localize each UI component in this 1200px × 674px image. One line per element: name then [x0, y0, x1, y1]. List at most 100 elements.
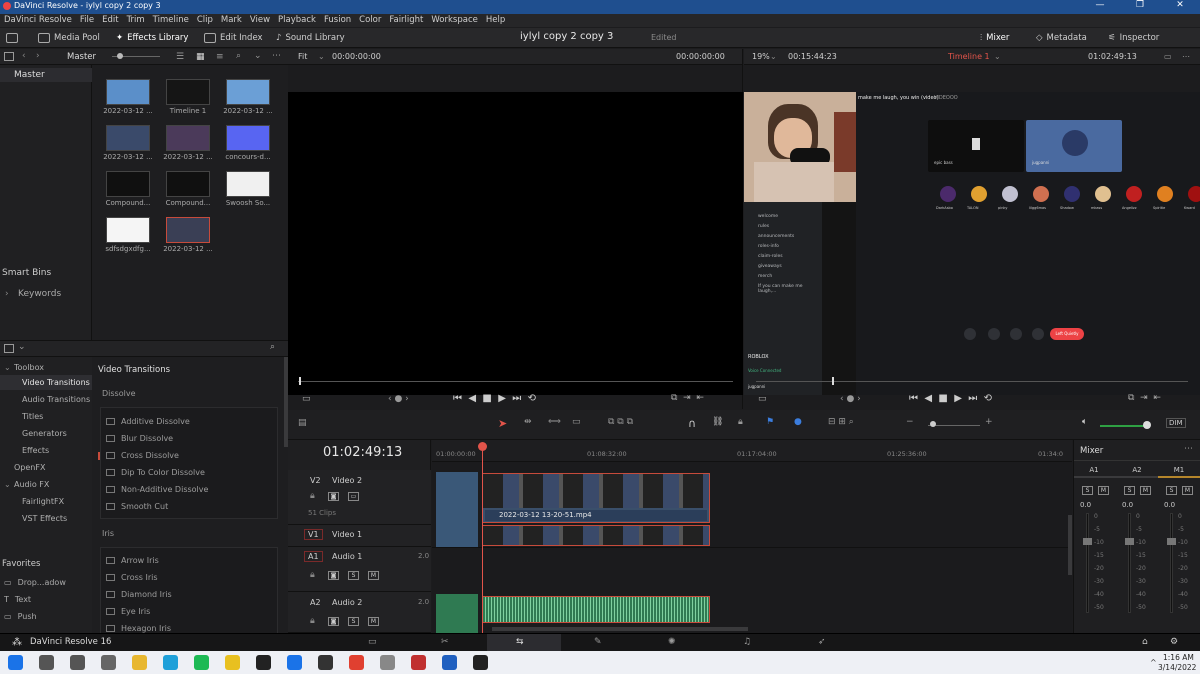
mixer-button[interactable]: ⫶ Mixer — [980, 31, 1009, 45]
menu-fairlight[interactable]: Fairlight — [385, 14, 427, 27]
zoom-slider[interactable] — [928, 425, 980, 426]
menu-view[interactable]: View — [246, 14, 274, 27]
clip-thumbnail[interactable] — [226, 171, 270, 197]
camera-icon[interactable] — [101, 655, 116, 670]
timeline-scrubber[interactable] — [756, 381, 1188, 382]
audio-clip-a2[interactable] — [482, 596, 710, 623]
fx-dip-to-color-dissolve[interactable]: Dip To Color Dissolve — [106, 465, 205, 481]
track-id[interactable]: V1 — [304, 529, 323, 540]
taskbar-time[interactable]: 1:16 AM — [1163, 653, 1194, 662]
fx-cross-iris[interactable]: Cross Iris — [106, 570, 158, 586]
insert-clip-icon[interactable]: ⧉ ⧉ ⧉ — [608, 417, 633, 427]
fader-m1[interactable] — [1170, 513, 1173, 613]
more-options-icon[interactable]: ⋯ — [1182, 52, 1190, 61]
fav-item-push[interactable]: ▭ Push — [4, 612, 37, 621]
auto-select-icon[interactable]: ◙ — [328, 617, 339, 626]
edge-icon[interactable] — [163, 655, 178, 670]
timeline-zoom-select[interactable]: 19% — [752, 52, 770, 61]
zoom-out-icon[interactable]: − — [906, 417, 914, 427]
lock-icon[interactable]: 🔒︎ — [310, 491, 315, 501]
transport-controls[interactable]: ⏮ ◀ ■ ▶ ⏭ ⟲ — [909, 393, 992, 404]
track-id[interactable]: A1 — [304, 551, 323, 562]
edit-index-button[interactable]: Edit Index — [204, 31, 263, 45]
jog-icon[interactable]: ‹ ● › — [388, 394, 409, 404]
spotify-icon[interactable] — [194, 655, 209, 670]
menu-playback[interactable]: Playback — [274, 14, 320, 27]
game-icon[interactable] — [411, 655, 426, 670]
task-view-icon[interactable] — [70, 655, 85, 670]
browser-icon[interactable] — [287, 655, 302, 670]
tree-video-transitions[interactable]: Video Transitions — [0, 375, 92, 390]
marker-icon[interactable]: ● — [794, 417, 802, 427]
clip-thumbnail[interactable] — [106, 125, 150, 151]
effects-library-button[interactable]: ✦ Effects Library — [116, 31, 188, 45]
mute-button[interactable]: M — [1182, 486, 1193, 495]
fader-knob-a1[interactable] — [1083, 538, 1092, 545]
tree-openfx[interactable]: OpenFX — [0, 460, 92, 475]
fx-arrow-iris[interactable]: Arrow Iris — [106, 553, 159, 569]
timeline-viewer-screen[interactable]: make me laugh, you win (video) VIDEOOO e… — [744, 92, 1200, 395]
timeline-playhead[interactable] — [482, 444, 483, 633]
menu-mark[interactable]: Mark — [217, 14, 246, 27]
match-frame-icons[interactable]: ⧉ ⇥ ⇤ — [1128, 393, 1161, 403]
clip-thumbnail[interactable] — [106, 217, 150, 243]
playhead-handle[interactable] — [478, 442, 487, 451]
inspector-button[interactable]: ⚟ Inspector — [1108, 31, 1159, 45]
menu-edit[interactable]: Edit — [98, 14, 122, 27]
slider-knob[interactable] — [117, 53, 123, 59]
chrome-icon[interactable] — [349, 655, 364, 670]
timeline-tracks[interactable]: 01:00:00:00 01:08:32:00 01:17:04:00 01:2… — [432, 440, 1072, 633]
auto-select-icon[interactable]: ◙ — [328, 492, 339, 501]
chevron-down-icon[interactable]: ⌄ — [254, 51, 262, 61]
mute-button[interactable]: M — [1098, 486, 1109, 495]
monitor-icon[interactable] — [6, 31, 22, 45]
chevron-right-icon[interactable]: › — [5, 289, 9, 299]
match-frame-icons[interactable]: ⧉ ⇥ ⇤ — [671, 393, 704, 403]
file-explorer-icon[interactable] — [132, 655, 147, 670]
volume-knob[interactable] — [1143, 421, 1151, 429]
menu-color[interactable]: Color — [355, 14, 385, 27]
search-icon[interactable] — [39, 655, 54, 670]
video-clip-strip[interactable] — [436, 472, 478, 547]
search-icon[interactable]: ⌕ — [270, 342, 275, 352]
clip-thumbnail[interactable] — [166, 125, 210, 151]
timeline-view-options-icon[interactable]: ▤ — [298, 418, 307, 428]
fader-knob-m1[interactable] — [1167, 538, 1176, 545]
menu-timeline[interactable]: Timeline — [149, 14, 193, 27]
fx-additive-dissolve[interactable]: Additive Dissolve — [106, 414, 190, 430]
solo-button[interactable]: S — [1166, 486, 1177, 495]
linked-selection-icon[interactable]: ⛓ — [712, 417, 723, 427]
tree-audio-transitions[interactable]: Audio Transitions — [0, 392, 92, 407]
menu-davinci[interactable]: DaVinci Resolve — [0, 14, 76, 27]
close-button[interactable]: ✕ — [1160, 0, 1200, 14]
terminal-icon[interactable] — [256, 655, 271, 670]
grid-view-icon[interactable]: ▦ — [196, 52, 205, 62]
app-icon[interactable] — [380, 655, 395, 670]
fx-diamond-iris[interactable]: Diamond Iris — [106, 587, 172, 603]
fusion-page-icon[interactable]: ✎ — [594, 637, 602, 647]
edit-page-tab[interactable] — [487, 634, 561, 652]
lock-icon[interactable]: 🔒︎ — [738, 417, 743, 427]
clip-thumbnail[interactable] — [226, 125, 270, 151]
lock-icon[interactable]: 🔒︎ — [310, 570, 315, 580]
source-viewer-screen[interactable] — [288, 92, 743, 395]
transport-controls[interactable]: ⏮ ◀ ■ ▶ ⏭ ⟲ — [453, 393, 536, 404]
solo-button[interactable]: S — [348, 617, 359, 626]
timeline-vscrollbar[interactable] — [1068, 515, 1072, 575]
selection-tool-icon[interactable]: ➤ — [498, 417, 507, 430]
edit-page-icon[interactable]: ⇆ — [516, 637, 524, 647]
menu-help[interactable]: Help — [482, 14, 509, 27]
audio-clip-strip[interactable] — [436, 594, 478, 633]
auto-select-icon[interactable]: ◙ — [328, 571, 339, 580]
solo-button[interactable]: S — [1082, 486, 1093, 495]
solo-button[interactable]: S — [1124, 486, 1135, 495]
snapping-icon[interactable]: ∩ — [688, 417, 696, 430]
fullscreen-icon[interactable]: ▭ — [1164, 52, 1172, 61]
fader-knob-a2[interactable] — [1125, 538, 1134, 545]
clip-thumbnail[interactable] — [106, 79, 150, 105]
clip-thumbnail[interactable] — [226, 79, 270, 105]
timeline-hscrollbar[interactable] — [492, 627, 748, 631]
timeline-ruler[interactable]: 01:00:00:00 01:08:32:00 01:17:04:00 01:2… — [432, 440, 1072, 462]
lock-icon[interactable]: 🔒︎ — [310, 616, 315, 626]
toolbox-node[interactable]: ⌄ Toolbox — [0, 360, 92, 375]
